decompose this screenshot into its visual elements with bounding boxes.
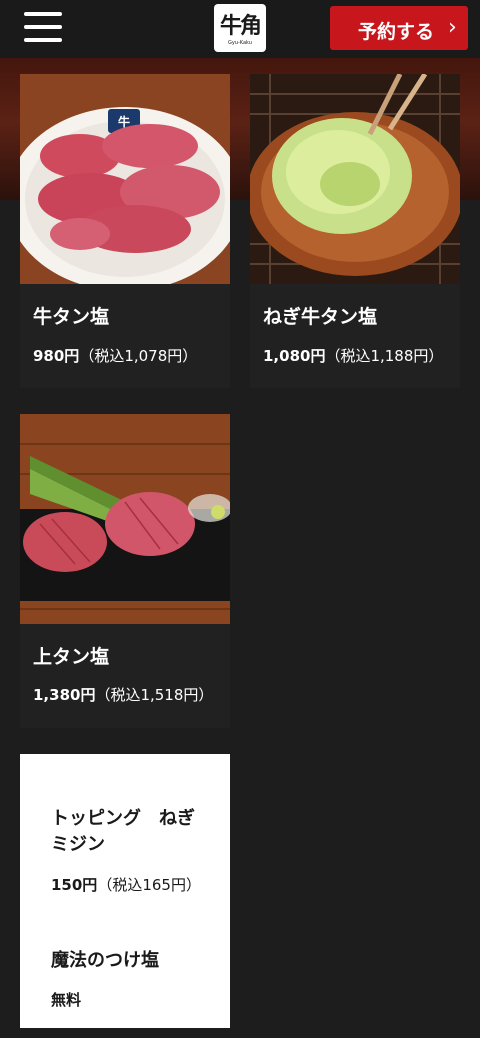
header: 牛角 Gyu-Kaku 予約する ›	[0, 0, 480, 58]
hamburger-menu-icon[interactable]	[24, 12, 64, 44]
menu-item-price: 980円（税込1,078円）	[33, 347, 198, 365]
chevron-right-icon: ›	[448, 15, 457, 40]
menu-item-title: 牛タン塩	[33, 306, 110, 328]
extra-item-title: 魔法のつけ塩	[51, 950, 159, 971]
menu-item-price: 1,080円（税込1,188円）	[263, 347, 444, 365]
menu-card[interactable]: 上タン塩 1,380円（税込1,518円）	[20, 414, 230, 728]
brand-logo[interactable]: 牛角 Gyu-Kaku	[214, 4, 266, 52]
menu-card[interactable]: 牛 牛タン塩 980円（税込1,078円）	[20, 74, 230, 388]
extra-item-title: トッピング ねぎミジン	[51, 808, 195, 855]
extra-item-price: 無料	[51, 991, 82, 1009]
logo-subtext: Gyu-Kaku	[228, 40, 252, 46]
food-photo	[20, 414, 230, 624]
menu-item-price: 1,380円（税込1,518円）	[33, 686, 214, 704]
extras-card: トッピング ねぎミジン 150円（税込165円） 魔法のつけ塩 無料	[20, 754, 230, 1028]
food-photo: 牛	[20, 74, 230, 284]
menu-item-title: ねぎ牛タン塩	[263, 306, 378, 328]
menu-card[interactable]: ねぎ牛タン塩 1,080円（税込1,188円）	[250, 74, 460, 388]
reserve-label: 予約する	[358, 21, 435, 43]
reserve-button[interactable]: 予約する ›	[330, 6, 468, 50]
menu-item-title: 上タン塩	[33, 646, 110, 668]
logo-text: 牛角	[219, 14, 262, 39]
extra-item-price: 150円（税込165円）	[51, 876, 201, 894]
food-photo	[250, 74, 460, 284]
